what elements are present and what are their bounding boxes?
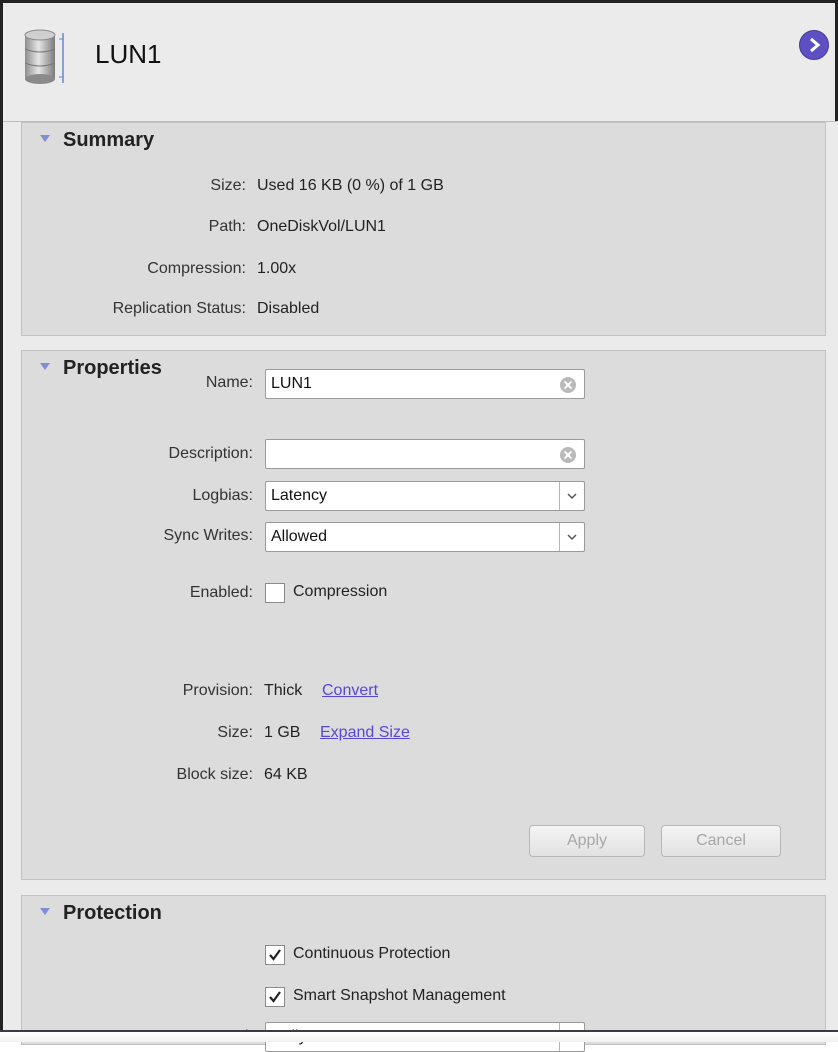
lun-detail-window: LUN1 Summary Size: Used 16 KB (0 %) of 1… [0, 0, 838, 1052]
compression-checkbox[interactable] [265, 583, 285, 603]
properties-title: Properties [63, 357, 162, 379]
cancel-button[interactable]: Cancel [661, 825, 781, 857]
description-label: Description: [168, 445, 253, 462]
chevron-right-circle-icon[interactable] [799, 30, 829, 60]
name-field[interactable]: LUN1 [265, 369, 585, 399]
collapse-caret-icon[interactable] [40, 908, 50, 915]
smart-snapshot-checkbox[interactable] [265, 987, 285, 1007]
compression-checkbox-label[interactable]: Compression [293, 583, 387, 601]
chevron-down-icon[interactable] [559, 523, 584, 551]
window-bottom-shadow [0, 1032, 838, 1042]
apply-button[interactable]: Apply [529, 825, 645, 857]
continuous-protection-label[interactable]: Continuous Protection [293, 945, 450, 963]
logbias-select[interactable]: Latency [265, 481, 585, 511]
clear-icon[interactable] [560, 447, 576, 463]
expand-size-link[interactable]: Expand Size [320, 724, 410, 742]
provision-value: Thick [264, 682, 303, 699]
collapse-caret-icon[interactable] [40, 135, 50, 142]
logbias-label: Logbias: [192, 487, 254, 504]
properties-panel: Properties Name: LUN1 Description: Logbi… [21, 350, 826, 880]
protection-panel: Protection Continuous Protection Smart S… [21, 895, 826, 1052]
enabled-label: Enabled: [189, 584, 253, 601]
summary-compression-label: Compression: [147, 260, 246, 277]
checkmark-icon [269, 949, 281, 961]
provision-label: Provision: [182, 682, 253, 699]
name-label: Name: [205, 374, 253, 391]
summary-size-label: Size: [210, 177, 246, 194]
continuous-protection-checkbox[interactable] [265, 945, 285, 965]
protection-title: Protection [63, 902, 162, 924]
summary-size-value: Used 16 KB (0 %) of 1 GB [257, 177, 444, 194]
size-label: Size: [217, 724, 253, 741]
block-size-label: Block size: [176, 766, 253, 783]
summary-title: Summary [63, 129, 155, 151]
chevron-down-icon[interactable] [559, 482, 584, 510]
sync-writes-label: Sync Writes: [163, 527, 254, 544]
protection-header[interactable]: Protection [22, 896, 825, 930]
checkmark-icon [269, 991, 281, 1003]
block-size-value: 64 KB [264, 766, 308, 783]
summary-replication-value: Disabled [257, 300, 320, 317]
description-field[interactable] [265, 439, 585, 469]
summary-compression-value: 1.00x [257, 260, 297, 277]
convert-link[interactable]: Convert [322, 682, 378, 700]
page-title: LUN1 [95, 39, 162, 69]
summary-replication-label: Replication Status: [112, 300, 246, 317]
logbias-value: Latency [271, 487, 328, 504]
size-value: 1 GB [264, 724, 301, 741]
sync-writes-value: Allowed [271, 528, 328, 545]
summary-path-label: Path: [208, 218, 246, 235]
name-field-value: LUN1 [271, 375, 312, 392]
detail-header: LUN1 [3, 3, 838, 122]
smart-snapshot-label[interactable]: Smart Snapshot Management [293, 987, 506, 1005]
database-icon [24, 29, 64, 84]
summary-panel: Summary Size: Used 16 KB (0 %) of 1 GB P… [21, 122, 826, 336]
sync-writes-select[interactable]: Allowed [265, 522, 585, 552]
clear-icon[interactable] [560, 377, 576, 393]
collapse-caret-icon[interactable] [40, 363, 50, 370]
summary-header[interactable]: Summary [22, 123, 825, 157]
summary-path-value: OneDiskVol/LUN1 [257, 218, 386, 235]
